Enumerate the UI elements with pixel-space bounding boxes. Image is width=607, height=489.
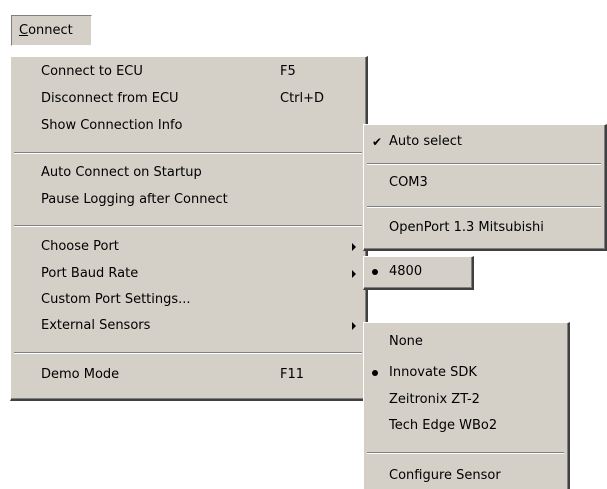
baud-option-4800[interactable]: 4800 — [364, 259, 472, 285]
sensor-option-zeitronix[interactable]: Zeitronix ZT-2 — [364, 387, 568, 413]
menu-item-label: External Sensors — [41, 318, 151, 333]
menu-item-pause-logging-after-connect[interactable]: Pause Logging after Connect — [11, 187, 366, 213]
choose-port-submenu: ✔ Auto select COM3 OpenPort 1.3 Mitsubis… — [363, 124, 607, 251]
menu-item-label: Auto Connect on Startup — [41, 165, 202, 180]
sensor-option-innovate-sdk[interactable]: Innovate SDK — [364, 360, 568, 386]
connect-label-rest: onnect — [28, 23, 73, 38]
port-option-openport[interactable]: OpenPort 1.3 Mitsubishi — [364, 215, 605, 241]
menu-item-label: Demo Mode — [41, 367, 120, 382]
menu-item-label: Connect to ECU — [41, 64, 143, 79]
menu-item-choose-port[interactable]: Choose Port — [11, 234, 366, 260]
port-option-com3[interactable]: COM3 — [364, 170, 605, 196]
port-option-label: OpenPort 1.3 Mitsubishi — [389, 220, 544, 235]
sensor-option-label: Configure Sensor — [389, 468, 501, 483]
menu-item-connect-to-ecu[interactable]: Connect to ECU F5 — [11, 59, 366, 85]
connect-menu: Connect to ECU F5 Disconnect from ECU Ct… — [10, 56, 368, 401]
menu-separator — [14, 152, 362, 154]
port-option-label: Auto select — [389, 134, 462, 149]
menu-item-label: Disconnect from ECU — [41, 91, 179, 106]
menu-item-label: Choose Port — [41, 239, 119, 254]
submenu-arrow-icon — [352, 243, 356, 251]
menu-item-label: Show Connection Info — [41, 118, 183, 133]
port-option-auto-select[interactable]: ✔ Auto select — [364, 129, 605, 155]
menu-separator — [367, 206, 601, 208]
menu-item-demo-mode[interactable]: Demo Mode F11 — [11, 362, 366, 388]
submenu-arrow-icon — [352, 322, 356, 330]
radio-bullet-icon — [372, 370, 378, 376]
menu-separator — [367, 163, 601, 165]
menu-item-custom-port-settings[interactable]: Custom Port Settings... — [11, 287, 366, 313]
shortcut-label: F11 — [280, 367, 305, 382]
menu-item-external-sensors[interactable]: External Sensors — [11, 313, 366, 339]
port-option-label: COM3 — [389, 175, 428, 190]
sensor-option-label: Tech Edge WBo2 — [389, 418, 498, 433]
baud-rate-submenu: 4800 — [363, 256, 474, 290]
external-sensors-submenu: None Innovate SDK Zeitronix ZT-2 Tech Ed… — [363, 322, 570, 489]
connect-menu-button[interactable]: Connect — [11, 15, 92, 46]
menu-separator — [14, 225, 362, 227]
checkmark-icon: ✔ — [371, 135, 383, 149]
menu-item-label: Port Baud Rate — [41, 266, 139, 281]
radio-bullet-icon — [372, 269, 378, 275]
shortcut-label: Ctrl+D — [280, 91, 325, 106]
sensor-option-label: Zeitronix ZT-2 — [389, 392, 480, 407]
screen: Connect Connect to ECU F5 Disconnect fro… — [0, 0, 607, 489]
connect-accel-letter: C — [19, 23, 29, 38]
sensor-option-none[interactable]: None — [364, 329, 568, 355]
baud-option-label: 4800 — [389, 264, 423, 279]
submenu-arrow-icon — [352, 270, 356, 278]
menu-item-show-connection-info[interactable]: Show Connection Info — [11, 113, 366, 139]
sensor-option-configure-sensor[interactable]: Configure Sensor — [364, 463, 568, 489]
menu-item-label: Custom Port Settings... — [41, 292, 191, 307]
sensor-option-label: None — [389, 334, 423, 349]
menu-item-auto-connect-on-startup[interactable]: Auto Connect on Startup — [11, 160, 366, 186]
sensor-option-tech-edge[interactable]: Tech Edge WBo2 — [364, 413, 568, 439]
menu-item-disconnect-from-ecu[interactable]: Disconnect from ECU Ctrl+D — [11, 86, 366, 112]
menu-separator — [14, 352, 362, 354]
menu-item-label: Pause Logging after Connect — [41, 192, 228, 207]
shortcut-label: F5 — [280, 64, 296, 79]
menu-separator — [367, 452, 564, 454]
sensor-option-label: Innovate SDK — [389, 365, 477, 380]
menu-item-port-baud-rate[interactable]: Port Baud Rate — [11, 261, 366, 287]
